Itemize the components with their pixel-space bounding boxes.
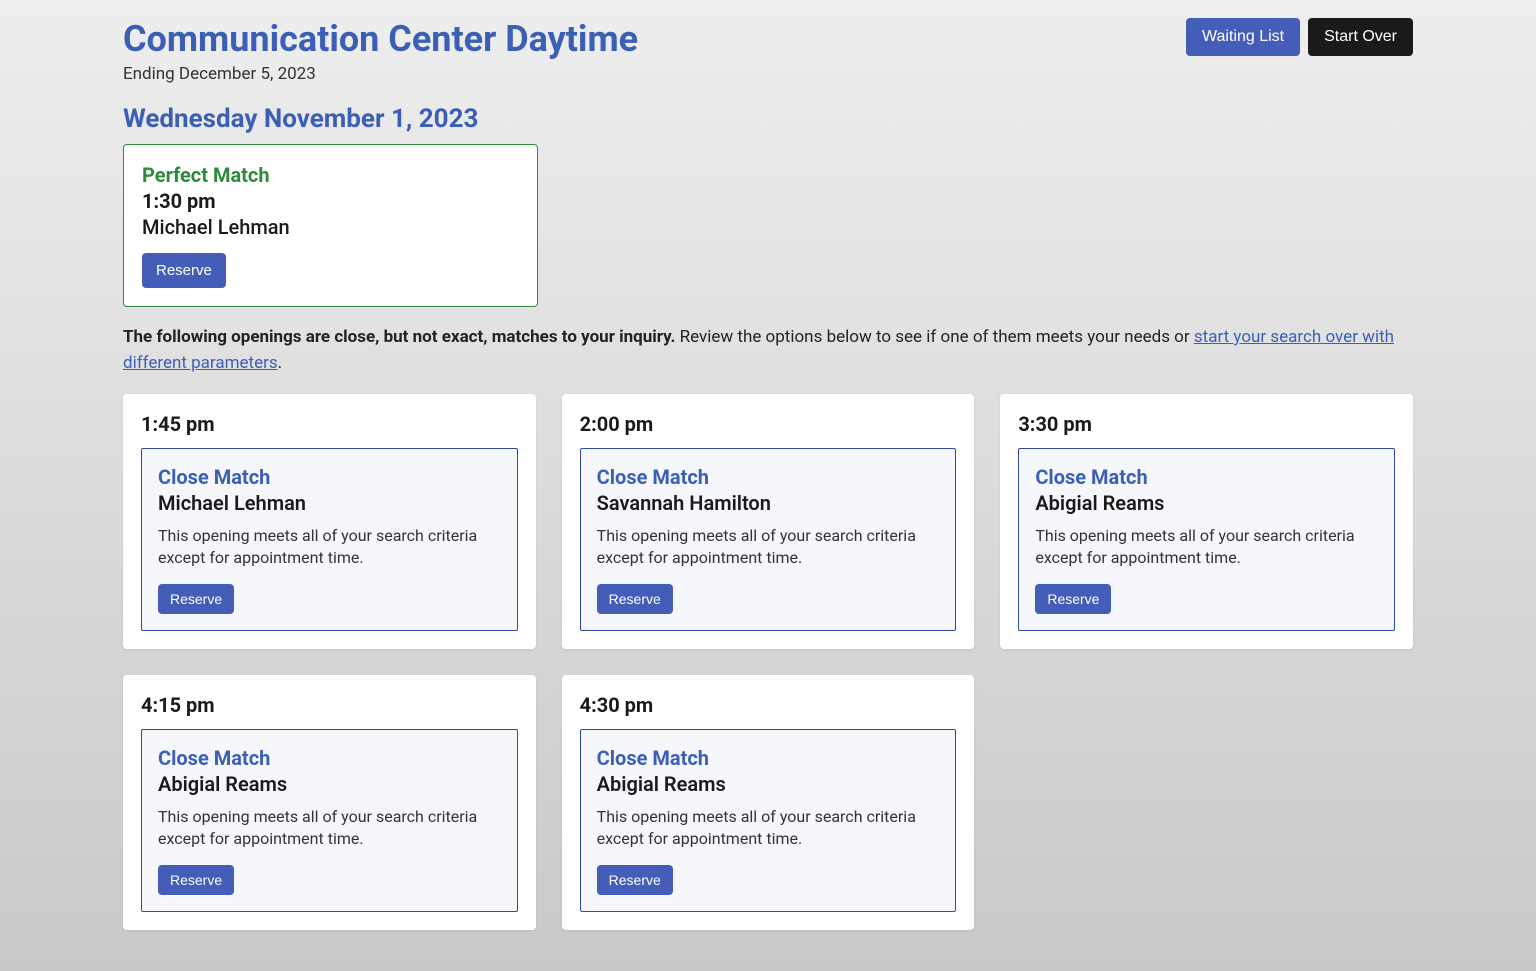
match-name: Michael Lehman (158, 491, 501, 515)
match-box: Close Match Michael Lehman This opening … (141, 448, 518, 631)
slot-card: 4:30 pm Close Match Abigial Reams This o… (562, 675, 975, 930)
close-match-label: Close Match (158, 465, 501, 489)
close-match-label: Close Match (597, 465, 940, 489)
slot-time: 4:30 pm (580, 693, 957, 717)
match-desc: This opening meets all of your search cr… (158, 806, 501, 851)
slot-card: 3:30 pm Close Match Abigial Reams This o… (1000, 394, 1413, 649)
intro-rest: Review the options below to see if one o… (675, 327, 1193, 347)
reserve-button[interactable]: Reserve (1035, 584, 1111, 614)
title-block: Communication Center Daytime Ending Dece… (123, 18, 638, 84)
perfect-match-label: Perfect Match (142, 163, 519, 187)
match-box: Close Match Abigial Reams This opening m… (580, 729, 957, 912)
intro-bold: The following openings are close, but no… (123, 327, 675, 347)
match-box: Close Match Abigial Reams This opening m… (1018, 448, 1395, 631)
perfect-match-card: Perfect Match 1:30 pm Michael Lehman Res… (123, 144, 538, 307)
match-box: Close Match Savannah Hamilton This openi… (580, 448, 957, 631)
close-match-label: Close Match (1035, 465, 1378, 489)
perfect-match-name: Michael Lehman (142, 215, 519, 239)
slot-card: 4:15 pm Close Match Abigial Reams This o… (123, 675, 536, 930)
header-row: Communication Center Daytime Ending Dece… (123, 18, 1413, 84)
reserve-button[interactable]: Reserve (597, 584, 673, 614)
slot-time: 1:45 pm (141, 412, 518, 436)
reserve-button[interactable]: Reserve (158, 865, 234, 895)
slot-time: 4:15 pm (141, 693, 518, 717)
start-over-button[interactable]: Start Over (1308, 18, 1413, 56)
reserve-button[interactable]: Reserve (597, 865, 673, 895)
slots-grid: 1:45 pm Close Match Michael Lehman This … (123, 394, 1413, 930)
date-heading: Wednesday November 1, 2023 (123, 104, 1413, 134)
match-box: Close Match Abigial Reams This opening m… (141, 729, 518, 912)
match-desc: This opening meets all of your search cr… (158, 525, 501, 570)
close-match-label: Close Match (597, 746, 940, 770)
match-desc: This opening meets all of your search cr… (597, 806, 940, 851)
match-name: Abigial Reams (597, 772, 940, 796)
slot-card: 1:45 pm Close Match Michael Lehman This … (123, 394, 536, 649)
perfect-match-reserve-button[interactable]: Reserve (142, 253, 226, 288)
intro-text: The following openings are close, but no… (123, 325, 1413, 376)
close-match-label: Close Match (158, 746, 501, 770)
page-container: Communication Center Daytime Ending Dece… (123, 0, 1413, 948)
slot-time: 2:00 pm (580, 412, 957, 436)
slot-time: 3:30 pm (1018, 412, 1395, 436)
perfect-match-time: 1:30 pm (142, 189, 519, 213)
match-desc: This opening meets all of your search cr… (1035, 525, 1378, 570)
match-name: Abigial Reams (158, 772, 501, 796)
page-subtitle: Ending December 5, 2023 (123, 64, 638, 84)
match-desc: This opening meets all of your search cr… (597, 525, 940, 570)
header-buttons: Waiting List Start Over (1186, 18, 1413, 56)
page-title: Communication Center Daytime (123, 18, 638, 60)
match-name: Abigial Reams (1035, 491, 1378, 515)
match-name: Savannah Hamilton (597, 491, 940, 515)
waiting-list-button[interactable]: Waiting List (1186, 18, 1300, 56)
reserve-button[interactable]: Reserve (158, 584, 234, 614)
intro-period: . (278, 353, 282, 373)
slot-card: 2:00 pm Close Match Savannah Hamilton Th… (562, 394, 975, 649)
